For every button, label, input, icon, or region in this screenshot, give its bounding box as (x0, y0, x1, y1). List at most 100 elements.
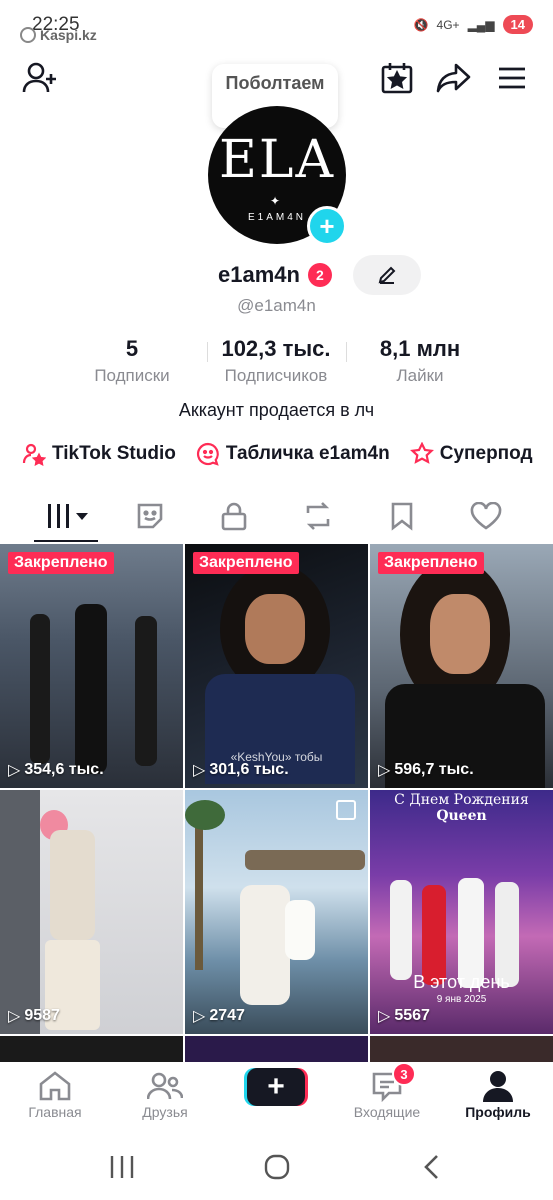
view-count-value: 2747 (209, 1007, 245, 1024)
tiktok-studio-link[interactable]: TikTok Studio (22, 442, 176, 466)
nav-inbox-label: Входящие (353, 1104, 421, 1120)
tab-private[interactable] (204, 494, 264, 538)
battery-indicator: 14 (502, 15, 533, 34)
video-tile[interactable] (185, 1036, 368, 1062)
video-tile[interactable]: ▷ 9587 (0, 790, 183, 1034)
username-row: e1am4n 2 (218, 262, 332, 288)
user-handle: @e1am4n (237, 296, 316, 315)
grid-icon (48, 504, 88, 528)
add-story-button[interactable]: + (307, 206, 347, 246)
stat-likes-label: Лайки (396, 366, 444, 385)
share-icon[interactable] (434, 58, 474, 98)
video-tile[interactable] (0, 1036, 183, 1062)
video-tile[interactable]: Закреплено ▷ 596,7 тыс. (370, 544, 553, 788)
star-hand-icon (409, 442, 434, 464)
play-icon: ▷ (193, 1008, 206, 1025)
notification-app-label: Kaspi.kz (40, 27, 97, 43)
video-overlay-date: 9 янв 2025 (436, 994, 487, 1005)
menu-icon[interactable] (492, 58, 532, 98)
stat-following-label: Подписки (94, 366, 170, 385)
video-overlay-subtitle: Queen (436, 808, 487, 824)
video-tile[interactable]: С Днем Рождения Queen В этот день 9 янв … (370, 790, 553, 1034)
view-count-value: 301,6 тыс. (209, 761, 289, 778)
inbox-badge: 3 (392, 1062, 416, 1086)
sticker-link[interactable]: Табличка e1am4n (196, 442, 390, 466)
profile-icon (483, 1071, 513, 1102)
video-tile[interactable]: Закреплено «KeshYou» тобы ▷ 301,6 тыс. (185, 544, 368, 788)
home-icon (39, 1071, 71, 1101)
play-icon: ▷ (193, 762, 206, 779)
super-link-label: Суперпод (439, 443, 533, 464)
tab-favorites[interactable] (372, 494, 432, 538)
view-count: ▷ 5567 (378, 1006, 430, 1026)
view-count: ▷ 9587 (8, 1006, 60, 1026)
smile-bubble-icon (196, 442, 219, 466)
view-count-value: 9587 (24, 1007, 60, 1024)
notification-app: Kaspi.kz (20, 27, 97, 43)
profile-bio: Аккаунт продается в лч (178, 400, 375, 420)
active-tab-indicator (34, 540, 98, 542)
view-count: ▷ 596,7 тыс. (378, 760, 474, 780)
nav-home[interactable]: Главная (0, 1068, 110, 1120)
stat-following-value: 5 (125, 336, 139, 361)
back-icon[interactable] (420, 1154, 444, 1180)
video-overlay-title: С Днем Рождения (394, 792, 529, 808)
recent-apps-icon[interactable] (108, 1154, 136, 1180)
repost-icon (306, 502, 330, 530)
stat-divider (346, 342, 347, 362)
lock-icon (221, 502, 247, 531)
signal-icon: ▂▄▆ (467, 17, 495, 32)
calendar-star-icon[interactable] (377, 58, 417, 98)
status-icons: 🔇 4G+ ▂▄▆ 14 (414, 15, 533, 34)
nav-friends[interactable]: Друзья (110, 1068, 220, 1120)
nav-profile-label: Профиль (465, 1104, 531, 1120)
play-icon: ▷ (8, 762, 21, 779)
view-count-value: 596,7 тыс. (394, 761, 474, 778)
nav-friends-label: Друзья (142, 1104, 188, 1120)
play-icon: ▷ (378, 1008, 391, 1025)
super-link[interactable]: Суперпод (409, 442, 533, 466)
video-overlay-caption: В этот день (413, 972, 510, 992)
view-count-value: 5567 (394, 1007, 430, 1024)
view-count-value: 354,6 тыс. (24, 761, 104, 778)
nav-inbox[interactable]: Входящие (332, 1068, 442, 1120)
add-friend-icon[interactable] (20, 58, 60, 98)
pinned-badge: Закреплено (378, 552, 484, 574)
stat-following[interactable]: 5 Подписки (82, 336, 182, 386)
tiktok-studio-label: TikTok Studio (52, 443, 176, 464)
studio-person-icon (22, 443, 46, 466)
tab-liked[interactable] (456, 494, 516, 538)
play-icon: ▷ (8, 1008, 21, 1025)
stat-followers-value: 102,3 тыс. (221, 336, 331, 361)
mute-icon: 🔇 (413, 17, 429, 32)
video-tile[interactable]: Закреплено ▷ 354,6 тыс. (0, 544, 183, 788)
stat-likes[interactable]: 8,1 млн Лайки (365, 336, 475, 386)
stat-followers-label: Подписчиков (224, 366, 328, 385)
video-tile[interactable] (370, 1036, 553, 1062)
bottom-nav: Главная Друзья + Входящие 3 Профиль (0, 1062, 553, 1134)
status-bar: 22:25 Kaspi.kz 🔇 4G+ ▂▄▆ 14 (0, 0, 553, 50)
create-button[interactable]: + (247, 1068, 305, 1106)
video-tile[interactable]: ▷ 2747 (185, 790, 368, 1034)
home-circle-icon[interactable] (263, 1154, 291, 1180)
username: e1am4n (218, 262, 300, 287)
profile-links: TikTok Studio Табличка e1am4n Суперпод (22, 442, 533, 466)
tab-videos[interactable] (38, 494, 98, 538)
pinned-badge: Закреплено (193, 552, 299, 574)
kaspi-icon (20, 27, 36, 43)
nav-profile[interactable]: Профиль (443, 1068, 553, 1120)
stat-followers[interactable]: 102,3 тыс. Подписчиков (206, 336, 346, 386)
notification-badge[interactable]: 2 (307, 263, 332, 287)
content-tabs (0, 494, 553, 538)
edit-profile-button[interactable] (353, 255, 421, 295)
stat-likes-value: 8,1 млн (379, 336, 461, 361)
heart-icon (470, 502, 502, 530)
play-icon: ▷ (378, 762, 391, 779)
tab-reposts[interactable] (288, 494, 348, 538)
sticker-icon (137, 503, 163, 529)
nav-home-label: Главная (28, 1104, 82, 1120)
avatar-star-icon: ✦ (270, 194, 281, 208)
tab-reposts-sticker[interactable] (120, 494, 180, 538)
multi-photo-icon (336, 800, 356, 820)
view-count: ▷ 2747 (193, 1006, 245, 1026)
